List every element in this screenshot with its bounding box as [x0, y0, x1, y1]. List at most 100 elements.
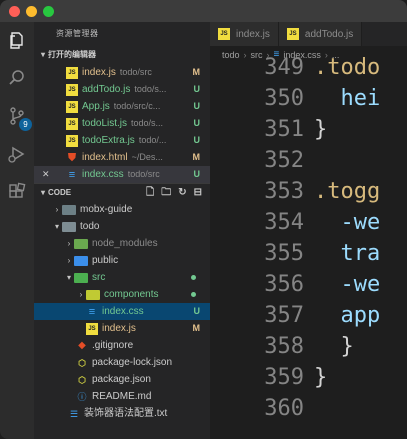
open-editor-name: addTodo.js: [82, 84, 131, 95]
line-text: .togg: [314, 179, 381, 204]
line-number: 355: [264, 241, 304, 266]
js-file-icon: JS: [66, 100, 78, 113]
tree-folder-mobx-guide[interactable]: › mobx-guide: [34, 201, 210, 218]
git-status-badge: U: [193, 118, 201, 128]
code-folder-header[interactable]: ▾ CODE 🗋 🗀 ↻ ⊟: [34, 183, 210, 201]
line-text: tra: [314, 241, 381, 266]
git-status-badge: M: [192, 67, 201, 77]
minimize-window-button[interactable]: [26, 6, 37, 17]
info-file-icon: ⓘ: [77, 391, 87, 402]
js-file-icon: JS: [218, 28, 230, 40]
tree-item-label: package-lock.json: [92, 357, 173, 368]
line-text: hei: [314, 86, 381, 111]
run-debug-icon[interactable]: [7, 144, 27, 164]
refresh-icon[interactable]: ↻: [178, 184, 186, 202]
line-number: 359: [264, 365, 304, 390]
open-editors-list: JS index.js todo/src M JS addTodo.js tod…: [34, 64, 210, 183]
tree-file-index-js[interactable]: JS index.js M: [34, 320, 210, 337]
new-folder-icon[interactable]: 🗀: [161, 184, 171, 202]
chevron-right-icon: ›: [55, 205, 59, 214]
close-editor-icon[interactable]: ✕: [42, 166, 66, 183]
tab-index-js[interactable]: JS index.js: [210, 22, 279, 46]
src-folder-icon: [74, 272, 88, 283]
tree-folder-components[interactable]: › components: [34, 286, 210, 303]
maximize-window-button[interactable]: [43, 6, 54, 17]
tree-item-label: 装饰器语法配置.txt: [84, 408, 168, 419]
extensions-icon[interactable]: [7, 182, 27, 202]
tree-folder-node-modules[interactable]: › node_modules: [34, 235, 210, 252]
line-number: 354: [264, 210, 304, 235]
tree-item-label: index.css: [102, 306, 144, 317]
tree-file-index-css[interactable]: ≡ index.css U: [34, 303, 210, 320]
git-untracked-dot: [191, 275, 196, 280]
public-folder-icon: [74, 255, 88, 266]
tree-folder-src[interactable]: ▾ src: [34, 269, 210, 286]
npm-file-icon: ⬡: [78, 374, 86, 385]
open-editor-item[interactable]: JS App.js todo/src/c... U: [34, 98, 210, 115]
explorer-toolbar: 🗋 🗀 ↻ ⊟: [146, 184, 210, 202]
code-view[interactable]: 349 .todo 350 hei 351} 352 353 .togg 354 -…: [210, 52, 407, 424]
chevron-right-icon: ›: [67, 256, 71, 265]
files-icon[interactable]: [7, 30, 27, 50]
open-editor-name: todoList.js: [82, 118, 128, 129]
editor-tabs: JS index.js JS addTodo.js: [210, 22, 407, 46]
code-line: 355 tra: [210, 238, 407, 269]
tree-file-readme[interactable]: ⓘ README.md: [34, 388, 210, 405]
line-number: 350: [264, 86, 304, 111]
open-editor-item[interactable]: JS todoExtra.js todo/... U: [34, 132, 210, 149]
node-folder-icon: [74, 238, 88, 249]
open-editors-title: 打开的编辑器: [48, 50, 96, 59]
tree-file-txt[interactable]: ☰ 装饰器语法配置.txt: [34, 405, 210, 422]
js-file-icon: JS: [286, 28, 299, 40]
search-icon[interactable]: [7, 68, 27, 88]
scm-badge: 9: [19, 118, 32, 131]
tree-folder-todo[interactable]: ▾ todo: [34, 218, 210, 235]
git-status-badge: M: [192, 152, 201, 162]
line-number: 358: [264, 334, 304, 359]
js-file-icon: JS: [66, 83, 78, 96]
explorer-sidebar: 资源管理器 ▾ 打开的编辑器 JS index.js todo/src M JS…: [34, 22, 210, 439]
tree-file-package-json[interactable]: ⬡ package.json: [34, 371, 210, 388]
chevron-down-icon: ▾: [40, 50, 45, 59]
vscode-window: 9 资源管理器 ▾ 打开的编辑器 JS index.js todo/src M …: [0, 0, 407, 439]
code-line: 354 -we: [210, 207, 407, 238]
open-editor-item-active[interactable]: ✕ ≡ index.css todo/src U: [34, 166, 210, 183]
open-editor-name: App.js: [82, 101, 110, 112]
tree-item-label: todo: [80, 221, 100, 232]
tree-file-gitignore[interactable]: ◆ .gitignore: [34, 337, 210, 354]
js-file-icon: JS: [66, 117, 78, 130]
tree-folder-public[interactable]: › public: [34, 252, 210, 269]
new-file-icon[interactable]: 🗋: [146, 184, 154, 202]
text-file-icon: ☰: [69, 408, 79, 419]
open-editors-header[interactable]: ▾ 打开的编辑器: [34, 46, 210, 64]
source-control-icon[interactable]: 9: [7, 106, 32, 131]
chevron-down-icon: ▾: [54, 222, 59, 231]
title-bar: [0, 0, 407, 22]
close-window-button[interactable]: [9, 6, 20, 17]
open-editor-item[interactable]: JS addTodo.js todo/s... U: [34, 81, 210, 98]
chevron-down-icon: ▾: [40, 187, 45, 197]
chevron-down-icon: ▾: [66, 273, 71, 282]
tree-file-package-lock[interactable]: ⬡ package-lock.json: [34, 354, 210, 371]
chevron-right-icon: ›: [79, 290, 83, 299]
open-editor-item[interactable]: ⛊ index.html ~/Des... M: [34, 149, 210, 166]
tree-item-label: components: [104, 289, 159, 300]
tree-item-label: node_modules: [92, 238, 158, 249]
code-folder-title: CODE: [48, 187, 72, 197]
git-status-badge: U: [193, 101, 201, 111]
code-line: 356 -we: [210, 269, 407, 300]
line-number: 353: [264, 179, 304, 204]
line-number: 352: [264, 148, 304, 173]
line-text: }: [314, 365, 328, 390]
tab-addtodo-js[interactable]: JS addTodo.js: [278, 22, 363, 46]
open-editor-item[interactable]: JS todoList.js todo/s... U: [34, 115, 210, 132]
collapse-all-icon[interactable]: ⊟: [194, 184, 202, 202]
open-editor-item[interactable]: JS index.js todo/src M: [34, 64, 210, 81]
open-editor-name: index.html: [82, 152, 128, 163]
code-line: 353 .togg: [210, 176, 407, 207]
line-number: 360: [264, 396, 304, 421]
tree-item-label: package.json: [92, 374, 151, 385]
tree-item-label: .gitignore: [92, 340, 134, 351]
code-line: 360: [210, 393, 407, 424]
git-file-icon: ◆: [78, 339, 86, 351]
